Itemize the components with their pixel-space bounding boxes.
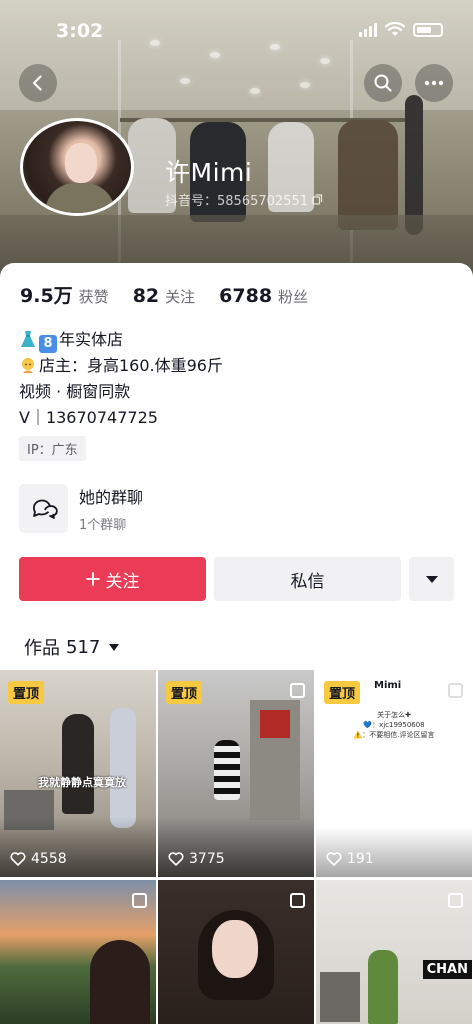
message-button[interactable]: 私信 <box>214 557 401 601</box>
heart-icon <box>168 852 184 866</box>
tab-works[interactable]: 作品 517 <box>24 634 120 660</box>
thumb-mannequin <box>110 708 136 828</box>
copy-icon[interactable] <box>312 194 323 205</box>
note-line: 💙：xjc19950608 <box>363 721 425 729</box>
thumb-figure <box>62 714 94 814</box>
multi-image-icon <box>132 893 147 908</box>
note-line: ⚠️：不要相信.评论区留言 <box>353 731 435 739</box>
more-options-button[interactable] <box>409 557 454 601</box>
video-likes-count: 4558 <box>31 851 67 867</box>
following-label: 关注 <box>165 288 196 306</box>
bio-line4-text: V｜13670747725 <box>19 408 158 427</box>
tile-fade <box>0 817 156 877</box>
ip-location-tag: IP：广东 <box>19 436 86 461</box>
avatar-face <box>65 143 97 183</box>
video-tile[interactable] <box>0 880 156 1024</box>
action-buttons: 关注 私信 <box>19 557 454 601</box>
video-tile[interactable]: CHAN <box>316 880 472 1024</box>
works-tab-label: 作品 <box>24 638 60 659</box>
multi-image-icon <box>448 683 463 698</box>
wifi-icon <box>385 22 405 36</box>
heart-icon <box>326 852 342 866</box>
dress-icon <box>21 331 35 347</box>
works-tab-count: 517 <box>66 636 101 658</box>
thumb-figure <box>90 940 150 1024</box>
chevron-left-icon <box>32 75 42 91</box>
stats-row: 9.5万 获赞 82 关注 6788 粉丝 <box>20 281 326 308</box>
number-eight-badge: 8 <box>39 335 57 353</box>
group-chat-icon-box <box>19 484 68 533</box>
person-emoji-icon <box>22 358 34 373</box>
chat-bubbles-icon <box>32 499 58 519</box>
bio-line1-text: 年实体店 <box>59 330 124 349</box>
video-likes: 191 <box>326 851 374 867</box>
followers-count[interactable]: 6788 <box>219 285 272 307</box>
signal-icon <box>359 22 377 37</box>
search-button[interactable] <box>364 64 402 102</box>
note-title: Mimi <box>374 680 402 691</box>
note-line: 关于怎么✚ <box>377 711 411 719</box>
group-chat-text: 她的群聊 1个群聊 <box>79 484 143 533</box>
video-likes: 4558 <box>10 851 67 867</box>
more-button[interactable] <box>415 64 453 102</box>
douyin-id[interactable]: 抖音号：58565702551 <box>165 190 323 209</box>
bio-line: 店主：身高160.体重96斤 <box>19 353 223 379</box>
tile-fade <box>158 817 314 877</box>
video-likes-count: 3775 <box>189 851 225 867</box>
pinned-badge: 置顶 <box>166 681 203 704</box>
video-tile[interactable]: 置顶 3775 <box>158 670 314 877</box>
back-button[interactable] <box>19 64 57 102</box>
group-chat-title: 她的群聊 <box>79 488 144 507</box>
caret-down-icon <box>425 575 438 583</box>
battery-icon <box>413 22 443 37</box>
thumb-red-banner <box>260 710 290 738</box>
heart-icon <box>10 852 26 866</box>
message-label: 私信 <box>290 571 325 592</box>
search-icon <box>374 74 392 92</box>
more-dots-icon <box>424 80 444 86</box>
pinned-badge: 置顶 <box>8 681 45 704</box>
profile-name: 许Mimi <box>165 158 253 187</box>
likes-label: 获赞 <box>78 288 109 306</box>
plus-icon <box>85 572 100 586</box>
thumb-rack <box>320 972 360 1022</box>
bio-line3-text: 视频 · 橱窗同款 <box>19 382 131 401</box>
thumb-face <box>212 920 258 978</box>
video-tile[interactable]: 我就静静点寞寞放 置顶 4558 <box>0 670 156 877</box>
video-tile[interactable] <box>158 880 314 1024</box>
status-time: 3:02 <box>56 20 104 42</box>
bio-line2-text: 店主：身高160.体重96斤 <box>39 356 223 375</box>
video-caption: 我就静静点寞寞放 <box>38 776 126 789</box>
thumb-figure <box>368 950 398 1024</box>
pinned-badge: 置顶 <box>324 681 361 704</box>
thumb-sign: CHAN <box>422 960 472 979</box>
likes-count[interactable]: 9.5万 <box>20 281 73 308</box>
follow-label: 关注 <box>105 571 140 592</box>
video-likes: 3775 <box>168 851 225 867</box>
caret-down-icon <box>109 643 120 651</box>
follow-button[interactable]: 关注 <box>19 557 206 601</box>
avatar-coat <box>45 183 115 213</box>
douyin-id-text: 抖音号：58565702551 <box>165 194 308 209</box>
followers-label: 粉丝 <box>278 288 309 306</box>
status-icons <box>359 22 443 37</box>
following-count[interactable]: 82 <box>133 285 159 307</box>
group-chat-subtitle: 1个群聊 <box>79 518 127 533</box>
multi-image-icon <box>290 893 305 908</box>
multi-image-icon <box>448 893 463 908</box>
avatar[interactable] <box>20 118 134 216</box>
thumb-figure <box>214 740 240 800</box>
group-chat-entry[interactable]: 她的群聊 1个群聊 <box>19 484 143 533</box>
video-tile[interactable]: Mimi 关于怎么✚ 💙：xjc19950608 ⚠️：不要相信.评论区留言 置… <box>316 670 472 877</box>
bio-line: 8 年实体店 <box>19 327 223 353</box>
video-likes-count: 191 <box>347 851 374 867</box>
multi-image-icon <box>290 683 305 698</box>
bio: 8 年实体店 店主：身高160.体重96斤 视频 · 橱窗同款 V｜1367074… <box>19 327 223 431</box>
